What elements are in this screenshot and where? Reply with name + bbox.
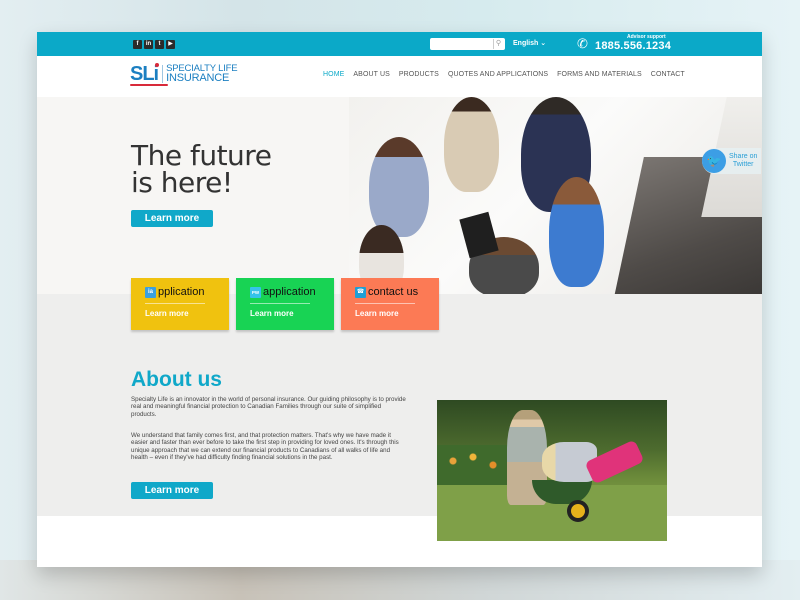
logo-mark-text: SLi — [130, 63, 159, 85]
search-box: ⚲ — [430, 38, 505, 56]
share-label-line-1: Share on — [729, 153, 758, 160]
card-title: application — [263, 286, 316, 298]
hero-banner: The future is here! Learn more — [37, 97, 762, 294]
logo-wordmark: SPECIALTY LIFE INSURANCE — [166, 64, 237, 84]
nav-quotes-and-applications[interactable]: QUOTES AND APPLICATIONS — [448, 71, 548, 78]
hero-learn-more-button[interactable]: Learn more — [131, 210, 213, 227]
site-header: SLi SPECIALTY LIFE INSURANCE HOME ABOUT … — [37, 56, 762, 97]
logo-line-2: INSURANCE — [166, 72, 230, 84]
linkedin-icon[interactable]: in — [144, 40, 153, 49]
search-icon[interactable]: ⚲ — [493, 39, 503, 49]
card-contact-us[interactable]: ☎ contact us Learn more — [341, 278, 439, 330]
main-nav: HOME ABOUT US PRODUCTS QUOTES AND APPLIC… — [323, 71, 694, 78]
logo-dot — [155, 63, 160, 67]
about-paragraph-1: Specialty Life is an innovator in the wo… — [131, 396, 406, 418]
share-on-twitter-button[interactable]: 🐦 Share on Twitter — [702, 148, 762, 174]
hero-heading-line-1: The future — [131, 139, 272, 172]
card-header: ☎ contact us — [355, 286, 418, 298]
phone-icon: ☎ — [355, 286, 366, 298]
about-paragraph-2: We understand that family comes first, a… — [131, 432, 399, 461]
facebook-icon[interactable]: f — [133, 40, 142, 49]
card-learn-more-link[interactable]: Learn more — [145, 309, 189, 318]
website-page: f in t ▶ ⚲ English ⌄ ✆ Advisor support 1… — [37, 32, 762, 567]
phone-number[interactable]: 1885.556.1234 — [595, 40, 671, 52]
card-header: PW application — [250, 286, 316, 298]
youtube-icon[interactable]: ▶ — [166, 40, 175, 49]
share-label-line-2: Twitter — [732, 161, 754, 168]
ia-logo-icon: ia — [145, 286, 156, 298]
about-heading: About us — [131, 368, 222, 391]
nav-home[interactable]: HOME — [323, 71, 344, 78]
language-selector[interactable]: English ⌄ — [513, 39, 546, 47]
hero-heading: The future is here! — [131, 139, 272, 199]
quick-link-cards: ia pplication Learn more PW application … — [131, 278, 439, 330]
photo-person — [444, 97, 499, 192]
phone-icon: ✆ — [577, 36, 588, 51]
logo-divider — [162, 65, 164, 83]
card-learn-more-link[interactable]: Learn more — [355, 309, 399, 318]
photo-person — [549, 177, 604, 287]
hero-heading-line-2: is here! — [131, 166, 233, 199]
card-ia-application[interactable]: ia pplication Learn more — [131, 278, 229, 330]
card-divider — [355, 303, 415, 304]
twitter-icon[interactable]: t — [155, 40, 164, 49]
hero-photo-business-team — [349, 97, 762, 294]
card-title: pplication — [158, 286, 205, 298]
logo-swoosh — [130, 84, 168, 86]
logo[interactable]: SLi SPECIALTY LIFE INSURANCE — [130, 63, 238, 86]
search-input[interactable] — [430, 43, 490, 56]
nav-forms-and-materials[interactable]: FORMS AND MATERIALS — [557, 71, 642, 78]
social-links: f in t ▶ — [133, 40, 175, 49]
pw-logo-icon: PW — [250, 286, 261, 298]
share-on-twitter-label: Share on Twitter — [729, 153, 757, 169]
card-pw-application[interactable]: PW application Learn more — [236, 278, 334, 330]
card-title: contact us — [368, 286, 419, 298]
photo-wheel — [567, 500, 589, 522]
photo-flowers — [437, 445, 517, 485]
nav-about-us[interactable]: ABOUT US — [353, 71, 389, 78]
nav-products[interactable]: PRODUCTS — [399, 71, 439, 78]
card-learn-more-link[interactable]: Learn more — [250, 309, 294, 318]
twitter-bird-icon: 🐦 — [702, 149, 726, 173]
logo-mark: SLi — [130, 63, 168, 86]
about-learn-more-button[interactable]: Learn more — [131, 482, 213, 499]
top-utility-bar: f in t ▶ ⚲ English ⌄ ✆ Advisor support 1… — [37, 32, 762, 56]
about-photo-couple-wheelbarrow — [437, 400, 667, 541]
photo-folder — [459, 211, 499, 259]
photo-person — [369, 137, 429, 237]
nav-contact[interactable]: CONTACT — [651, 71, 685, 78]
card-divider — [250, 303, 310, 304]
card-divider — [145, 303, 205, 304]
card-header: ia pplication — [145, 286, 204, 298]
